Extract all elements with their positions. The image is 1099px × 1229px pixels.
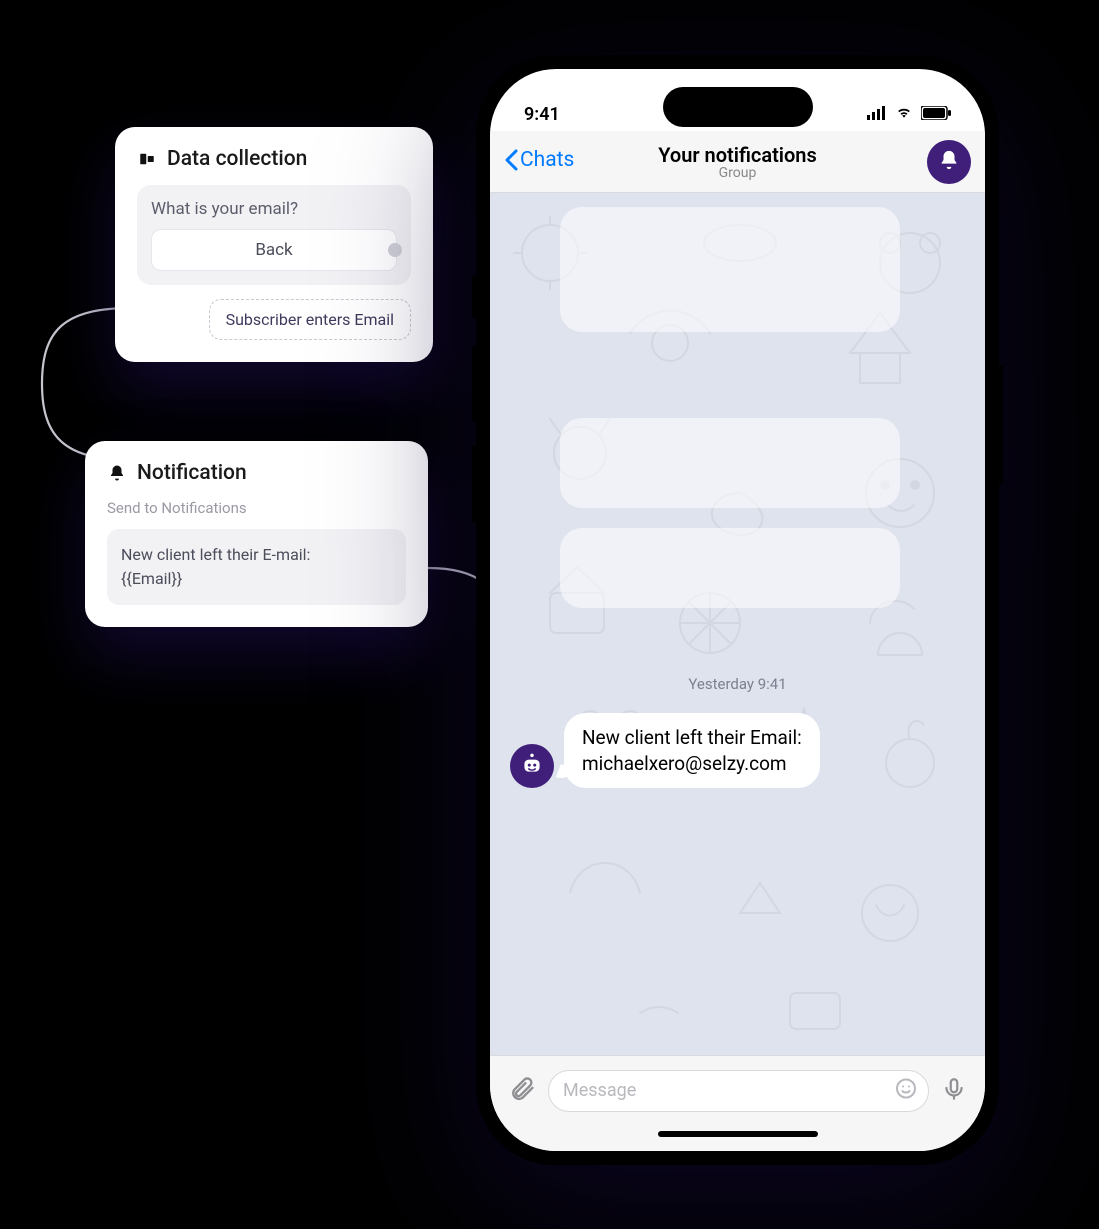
- chat-body[interactable]: Yesterday 9:41 New client left their Ema…: [490, 193, 985, 1055]
- bell-icon: [938, 149, 960, 175]
- robot-icon: [519, 751, 545, 781]
- nav-title: Your notifications: [658, 143, 817, 167]
- message-line2: michaelxero@selzy.com: [582, 751, 802, 777]
- message-input-placeholder: Message: [563, 1080, 636, 1101]
- message-bubble[interactable]: New client left their Email: michaelxero…: [564, 713, 820, 788]
- bot-avatar[interactable]: [510, 744, 554, 788]
- form-icon: [137, 149, 157, 169]
- card-header: Data collection: [137, 147, 411, 171]
- bell-icon: [107, 463, 127, 483]
- back-label: Chats: [520, 148, 574, 172]
- notifications-avatar[interactable]: [927, 140, 971, 184]
- message-line1: New client left their Email:: [582, 725, 802, 751]
- phone-frame: 9:41 Chats: [476, 55, 999, 1165]
- notification-subtitle: Send to Notifications: [107, 499, 406, 517]
- nav-title-group[interactable]: Your notifications Group: [658, 143, 817, 181]
- day-timestamp: Yesterday 9:41: [688, 675, 786, 693]
- phone-side-button: [472, 275, 478, 319]
- wifi-icon: [894, 104, 914, 125]
- back-button[interactable]: Back: [151, 229, 397, 271]
- dynamic-island: [663, 87, 813, 127]
- phone-screen: 9:41 Chats: [490, 69, 985, 1151]
- back-to-chats-button[interactable]: Chats: [504, 148, 574, 172]
- home-indicator: [490, 1125, 985, 1151]
- phone-side-button: [472, 445, 478, 523]
- card-title: Data collection: [167, 147, 307, 171]
- subscriber-enters-email-pill[interactable]: Subscriber enters Email: [209, 299, 411, 340]
- nav-subtitle: Group: [658, 165, 817, 181]
- status-indicators: [861, 104, 951, 125]
- message-placeholder: [560, 207, 900, 332]
- data-collection-card: Data collection What is your email? Back…: [115, 127, 433, 362]
- cellular-icon: [867, 104, 887, 125]
- attachment-icon[interactable]: [508, 1075, 536, 1107]
- message-placeholder: [560, 528, 900, 608]
- question-box: What is your email? Back: [137, 185, 411, 285]
- notification-template-body: New client left their E-mail: {{Email}}: [107, 529, 406, 605]
- notification-body-line1: New client left their E-mail:: [121, 543, 392, 567]
- back-button-label: Back: [255, 240, 292, 260]
- message-input[interactable]: Message: [548, 1070, 929, 1112]
- phone-side-button: [997, 365, 1003, 485]
- card-title: Notification: [137, 461, 247, 485]
- phone: 9:41 Chats: [476, 55, 999, 1165]
- question-text: What is your email?: [151, 199, 397, 219]
- phone-side-button: [472, 345, 478, 423]
- microphone-icon[interactable]: [941, 1076, 967, 1106]
- sticker-icon[interactable]: [894, 1076, 918, 1105]
- notification-card: Notification Send to Notifications New c…: [85, 441, 428, 627]
- message-input-bar: Message: [490, 1055, 985, 1125]
- message-placeholder: [560, 418, 900, 508]
- notification-body-line2: {{Email}}: [121, 567, 392, 591]
- battery-icon: [921, 104, 951, 125]
- pill-label: Subscriber enters Email: [226, 310, 394, 329]
- card-header: Notification: [107, 461, 406, 485]
- status-time: 9:41: [524, 104, 604, 125]
- nav-header: Chats Your notifications Group: [490, 131, 985, 193]
- message-row: New client left their Email: michaelxero…: [510, 713, 820, 788]
